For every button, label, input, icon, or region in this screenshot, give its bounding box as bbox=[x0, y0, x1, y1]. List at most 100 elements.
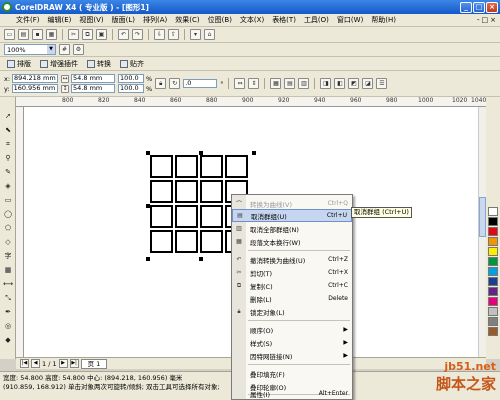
palette-swatch[interactable] bbox=[488, 227, 498, 236]
connector-tool-icon[interactable]: ⤡ bbox=[2, 293, 14, 304]
table-tool-icon[interactable]: ▦ bbox=[2, 265, 14, 276]
scrollbar-thumb[interactable] bbox=[479, 197, 486, 237]
menu-effects[interactable]: 效果(C) bbox=[171, 15, 203, 25]
square-shape[interactable] bbox=[200, 230, 223, 253]
outline-tool-icon[interactable]: ◎ bbox=[2, 321, 14, 332]
y-position-field[interactable]: 160.956 mm bbox=[11, 84, 58, 93]
smart-fill-icon[interactable]: ◈ bbox=[2, 181, 14, 192]
menu-item-wrap-paragraph-text[interactable]: ▦ 段落文本换行(W) bbox=[232, 235, 352, 248]
rectangle-tool-icon[interactable]: ▭ bbox=[2, 195, 14, 206]
plugin-convert-button[interactable]: 转换 bbox=[84, 59, 114, 69]
crop-tool-icon[interactable]: ⌗ bbox=[2, 139, 14, 150]
group-icon[interactable]: ▦ bbox=[270, 78, 282, 89]
menu-item-internet-link[interactable]: 因特网链接(N) ▶ bbox=[232, 349, 352, 362]
menu-item-cut[interactable]: ✂ 剪切(T) Ctrl+X bbox=[232, 266, 352, 279]
zoom-tool-icon[interactable]: ⚲ bbox=[2, 153, 14, 164]
palette-swatch[interactable] bbox=[488, 277, 498, 286]
palette-swatch[interactable] bbox=[488, 257, 498, 266]
menu-item-properties[interactable]: 属性(I) Alt+Enter bbox=[232, 387, 352, 400]
x-position-field[interactable]: 894.218 mm bbox=[12, 74, 59, 83]
fill-tool-icon[interactable]: ◆ bbox=[2, 335, 14, 346]
horizontal-ruler[interactable]: 800 820 840 860 880 900 920 940 960 980 … bbox=[16, 97, 490, 107]
prev-page-icon[interactable]: ◀ bbox=[31, 359, 40, 368]
menu-item-delete[interactable]: 删除(L) Delete bbox=[232, 292, 352, 305]
menu-view[interactable]: 视图(V) bbox=[75, 15, 107, 25]
square-shape[interactable] bbox=[175, 230, 198, 253]
selection-handle[interactable] bbox=[252, 151, 256, 155]
square-shape[interactable] bbox=[150, 205, 173, 228]
page-tab[interactable]: 页 1 bbox=[80, 358, 108, 369]
mirror-horizontal-icon[interactable]: ⇔ bbox=[234, 78, 246, 89]
options-icon[interactable]: ⚙ bbox=[73, 44, 84, 55]
lock-ratio-icon[interactable]: 🔒︎ bbox=[155, 78, 167, 89]
menu-item-order[interactable]: 顺序(O) ▶ bbox=[232, 323, 352, 336]
scale-y-field[interactable]: 100.0 bbox=[118, 84, 145, 93]
eyedropper-tool-icon[interactable]: ✒ bbox=[2, 307, 14, 318]
first-page-icon[interactable]: |◀ bbox=[20, 359, 29, 368]
doc-minimize-button[interactable]: - bbox=[477, 16, 480, 24]
undo-icon[interactable]: ↶ bbox=[118, 29, 129, 40]
menu-item-styles[interactable]: 样式(S) ▶ bbox=[232, 336, 352, 349]
scale-x-field[interactable]: 100.0 bbox=[118, 74, 145, 83]
menu-edit[interactable]: 编辑(E) bbox=[44, 15, 76, 25]
palette-swatch[interactable] bbox=[488, 267, 498, 276]
square-shape[interactable] bbox=[200, 180, 223, 203]
menu-item-ungroup-all[interactable]: ▥ 取消全部群组(N) bbox=[232, 222, 352, 235]
ungroup-icon[interactable]: ▤ bbox=[284, 78, 296, 89]
shape-tool-icon[interactable]: ⬉ bbox=[2, 125, 14, 136]
maximize-button[interactable]: □ bbox=[473, 1, 485, 13]
align-icon[interactable]: ☰ bbox=[376, 78, 388, 89]
new-document-icon[interactable]: ▭ bbox=[4, 29, 15, 40]
menu-item-undo[interactable]: ↶ 撤消转换为曲线(U) Ctrl+Z bbox=[232, 253, 352, 266]
square-shape[interactable] bbox=[150, 155, 173, 178]
palette-swatch[interactable] bbox=[488, 247, 498, 256]
print-icon[interactable]: ▦ bbox=[46, 29, 57, 40]
save-icon[interactable]: ▪ bbox=[32, 29, 43, 40]
redo-icon[interactable]: ↷ bbox=[132, 29, 143, 40]
menu-table[interactable]: 表格(T) bbox=[268, 15, 300, 25]
plugin-snap-button[interactable]: 贴齐 bbox=[117, 59, 147, 69]
plugin-layout-button[interactable]: 排版 bbox=[4, 59, 34, 69]
palette-swatch[interactable] bbox=[488, 217, 498, 226]
close-button[interactable]: × bbox=[486, 1, 498, 13]
plugin-enhance-button[interactable]: 增强插件 bbox=[37, 59, 81, 69]
text-tool-icon[interactable]: 字 bbox=[2, 251, 14, 262]
freehand-tool-icon[interactable]: ✎ bbox=[2, 167, 14, 178]
minimize-button[interactable]: _ bbox=[460, 1, 472, 13]
height-field[interactable]: 54.8 mm bbox=[71, 84, 116, 93]
basic-shapes-icon[interactable]: ◇ bbox=[2, 237, 14, 248]
vertical-scrollbar[interactable] bbox=[478, 107, 486, 357]
menu-bitmaps[interactable]: 位图(B) bbox=[204, 15, 236, 25]
selection-handle[interactable] bbox=[146, 257, 150, 261]
dimension-tool-icon[interactable]: ⟷ bbox=[2, 279, 14, 290]
menu-text[interactable]: 文本(X) bbox=[236, 15, 268, 25]
cut-icon[interactable]: ✂ bbox=[68, 29, 79, 40]
polygon-tool-icon[interactable]: ⬠ bbox=[2, 223, 14, 234]
palette-swatch[interactable] bbox=[488, 207, 498, 216]
selection-handle[interactable] bbox=[199, 257, 203, 261]
doc-close-button[interactable]: × bbox=[490, 16, 496, 24]
ellipse-tool-icon[interactable]: ◯ bbox=[2, 209, 14, 220]
palette-swatch[interactable] bbox=[488, 237, 498, 246]
square-shape[interactable] bbox=[175, 155, 198, 178]
simplify-icon[interactable]: ◪ bbox=[362, 78, 374, 89]
palette-swatch[interactable] bbox=[488, 307, 498, 316]
rotation-field[interactable]: .0 bbox=[183, 79, 218, 88]
menu-item-copy[interactable]: ⧉ 复制(C) Ctrl+C bbox=[232, 279, 352, 292]
zoom-level-select[interactable]: 100% ▼ bbox=[4, 44, 56, 55]
square-shape[interactable] bbox=[225, 155, 248, 178]
copy-icon[interactable]: ⧉ bbox=[82, 29, 93, 40]
width-field[interactable]: 54.8 mm bbox=[71, 74, 116, 83]
trim-icon[interactable]: ◧ bbox=[334, 78, 346, 89]
menu-item-overprint-fill[interactable]: 叠印填充(F) bbox=[232, 367, 352, 380]
palette-swatch[interactable] bbox=[488, 317, 498, 326]
menu-layout[interactable]: 版面(L) bbox=[108, 15, 139, 25]
mirror-vertical-icon[interactable]: ⇕ bbox=[248, 78, 260, 89]
pick-tool-icon[interactable]: ➚ bbox=[2, 111, 14, 122]
menu-tools[interactable]: 工具(O) bbox=[300, 15, 333, 25]
palette-swatch[interactable] bbox=[488, 327, 498, 336]
intersect-icon[interactable]: ◩ bbox=[348, 78, 360, 89]
welcome-screen-icon[interactable]: ⌂ bbox=[204, 29, 215, 40]
palette-swatch[interactable] bbox=[488, 287, 498, 296]
menu-help[interactable]: 帮助(H) bbox=[367, 15, 400, 25]
